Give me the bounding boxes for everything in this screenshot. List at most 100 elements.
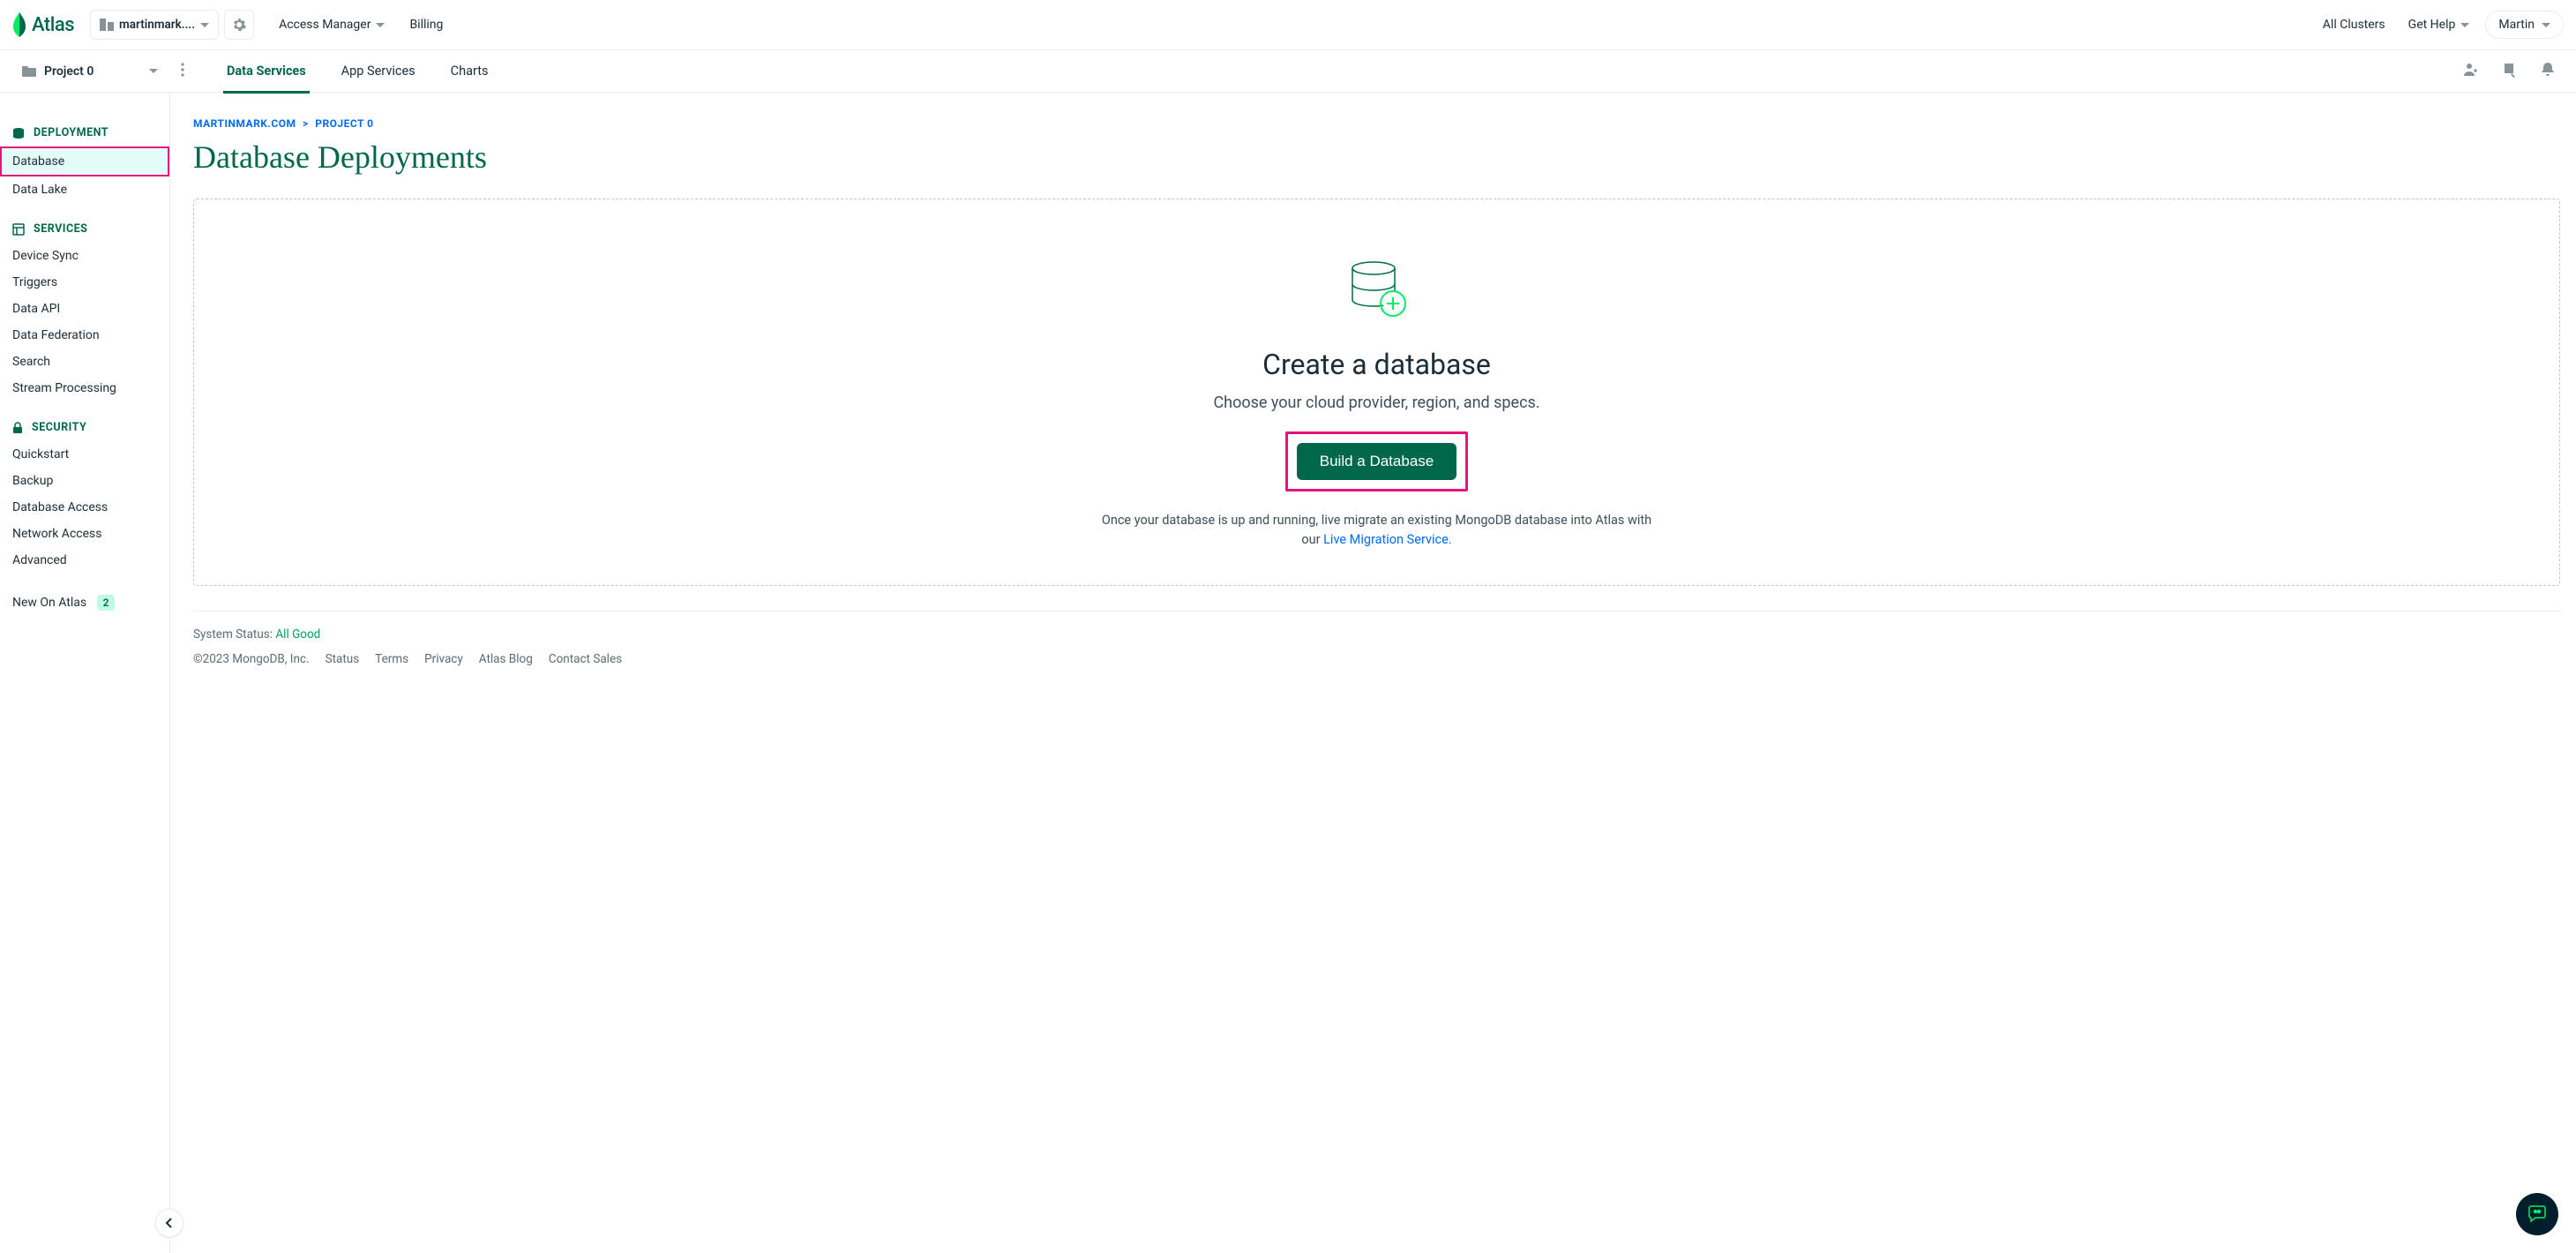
project-bar: Project 0 Data Services App Services Cha… (0, 50, 2576, 93)
all-clusters-label: All Clusters (2323, 18, 2385, 32)
bell-icon[interactable] (2541, 62, 2555, 81)
sidebar-item-device-sync[interactable]: Device Sync (0, 243, 169, 269)
caret-down-icon (200, 23, 209, 27)
breadcrumb: MARTINMARK.COM > PROJECT 0 (193, 117, 2576, 130)
sidebar-item-label: Data API (12, 302, 60, 316)
badge-count: 2 (97, 595, 116, 611)
tab-label: Data Services (227, 64, 306, 79)
get-help-label: Get Help (2408, 18, 2456, 32)
sidebar-item-triggers[interactable]: Triggers (0, 269, 169, 296)
layers-icon (12, 127, 25, 139)
breadcrumb-sep: > (303, 117, 309, 130)
section-label: SERVICES (34, 222, 87, 236)
activity-icon[interactable] (2502, 62, 2518, 81)
caret-down-icon (2542, 23, 2550, 27)
services-icon (12, 223, 25, 236)
sidebar-section-services: SERVICES (0, 215, 169, 243)
sidebar-item-data-lake[interactable]: Data Lake (0, 176, 169, 203)
user-menu[interactable]: Martin (2485, 11, 2564, 39)
footer-link-status[interactable]: Status (326, 652, 360, 666)
tab-app-services[interactable]: App Services (341, 50, 416, 93)
empty-state: Create a database Choose your cloud prov… (193, 199, 2560, 586)
footer-link-terms[interactable]: Terms (375, 652, 408, 666)
project-selector[interactable]: Project 0 (12, 64, 167, 79)
status-value[interactable]: All Good (275, 627, 320, 642)
billing-label: Billing (409, 18, 443, 32)
access-manager-link[interactable]: Access Manager (279, 18, 385, 32)
get-help-link[interactable]: Get Help (2408, 18, 2470, 32)
billing-link[interactable]: Billing (409, 18, 443, 32)
invite-user-icon[interactable] (2463, 62, 2479, 81)
status-label: System Status: (193, 627, 275, 642)
sidebar-item-new-on-atlas[interactable]: New On Atlas 2 (0, 589, 169, 616)
org-selector[interactable]: martinmark.... (90, 10, 219, 40)
sidebar-item-backup[interactable]: Backup (0, 468, 169, 494)
sidebar-item-label: New On Atlas (12, 596, 86, 610)
sidebar-section-deployment: DEPLOYMENT (0, 119, 169, 146)
sidebar-item-label: Data Lake (12, 183, 67, 197)
caret-down-icon (149, 69, 158, 73)
all-clusters-link[interactable]: All Clusters (2323, 18, 2385, 32)
page-title: Database Deployments (193, 139, 2576, 176)
org-icon (100, 19, 114, 31)
breadcrumb-project[interactable]: PROJECT 0 (315, 117, 373, 130)
footer-link-blog[interactable]: Atlas Blog (479, 652, 533, 666)
tab-charts[interactable]: Charts (451, 50, 489, 93)
footer-links: ©2023 MongoDB, Inc. Status Terms Privacy… (193, 652, 2560, 666)
gear-icon (232, 18, 246, 32)
atlas-logo[interactable]: Atlas (12, 12, 74, 37)
top-bar: Atlas martinmark.... Access Manager Bill… (0, 0, 2576, 50)
empty-footnote: Once your database is up and running, li… (1095, 511, 1659, 550)
sidebar-item-label: Device Sync (12, 249, 79, 263)
sidebar: DEPLOYMENT Database Data Lake SERVICES D… (0, 93, 170, 1253)
kebab-icon (181, 63, 184, 77)
tab-label: App Services (341, 64, 416, 79)
sidebar-item-advanced[interactable]: Advanced (0, 547, 169, 574)
access-manager-label: Access Manager (279, 18, 371, 32)
footer-link-privacy[interactable]: Privacy (424, 652, 463, 666)
user-name: Martin (2498, 18, 2535, 32)
caret-down-icon (376, 23, 385, 27)
breadcrumb-org[interactable]: MARTINMARK.COM (193, 117, 296, 130)
sidebar-item-label: Advanced (12, 553, 67, 567)
section-label: SECURITY (32, 421, 86, 434)
live-migration-link[interactable]: Live Migration Service. (1323, 532, 1452, 547)
footer-link-contact[interactable]: Contact Sales (549, 652, 622, 666)
sidebar-item-database-access[interactable]: Database Access (0, 494, 169, 521)
sidebar-item-label: Search (12, 355, 50, 369)
build-button-highlight: Build a Database (1285, 431, 1468, 491)
section-label: DEPLOYMENT (34, 126, 109, 139)
chat-icon (2527, 1205, 2547, 1223)
sidebar-item-database[interactable]: Database (0, 146, 169, 176)
org-settings-button[interactable] (224, 10, 254, 40)
sidebar-item-search[interactable]: Search (0, 349, 169, 375)
empty-heading: Create a database (1262, 348, 1491, 381)
sidebar-item-quickstart[interactable]: Quickstart (0, 441, 169, 468)
org-name: martinmark.... (119, 18, 195, 32)
sidebar-item-label: Stream Processing (12, 381, 116, 395)
sidebar-item-network-access[interactable]: Network Access (0, 521, 169, 547)
system-status: System Status: All Good (193, 627, 2560, 642)
database-plus-icon (1347, 261, 1407, 323)
sidebar-item-label: Quickstart (12, 447, 69, 461)
tab-data-services[interactable]: Data Services (227, 50, 306, 93)
sidebar-item-label: Database (12, 154, 64, 169)
caret-down-icon (2460, 23, 2469, 27)
build-database-button[interactable]: Build a Database (1297, 443, 1456, 480)
tab-label: Charts (451, 64, 489, 79)
sidebar-item-label: Data Federation (12, 328, 100, 342)
folder-icon (21, 65, 37, 78)
sidebar-item-data-api[interactable]: Data API (0, 296, 169, 322)
footer-copyright: ©2023 MongoDB, Inc. (193, 652, 310, 666)
sidebar-item-label: Triggers (12, 275, 57, 289)
sidebar-item-data-federation[interactable]: Data Federation (0, 322, 169, 349)
chat-fab[interactable] (2516, 1193, 2558, 1235)
sidebar-item-stream-processing[interactable]: Stream Processing (0, 375, 169, 401)
sidebar-item-label: Backup (12, 474, 53, 488)
project-more-button[interactable] (174, 59, 191, 84)
sidebar-section-security: SECURITY (0, 414, 169, 441)
project-name: Project 0 (44, 64, 94, 79)
empty-subtext: Choose your cloud provider, region, and … (1213, 394, 1539, 412)
leaf-icon (12, 12, 26, 37)
sidebar-item-label: Network Access (12, 527, 101, 541)
